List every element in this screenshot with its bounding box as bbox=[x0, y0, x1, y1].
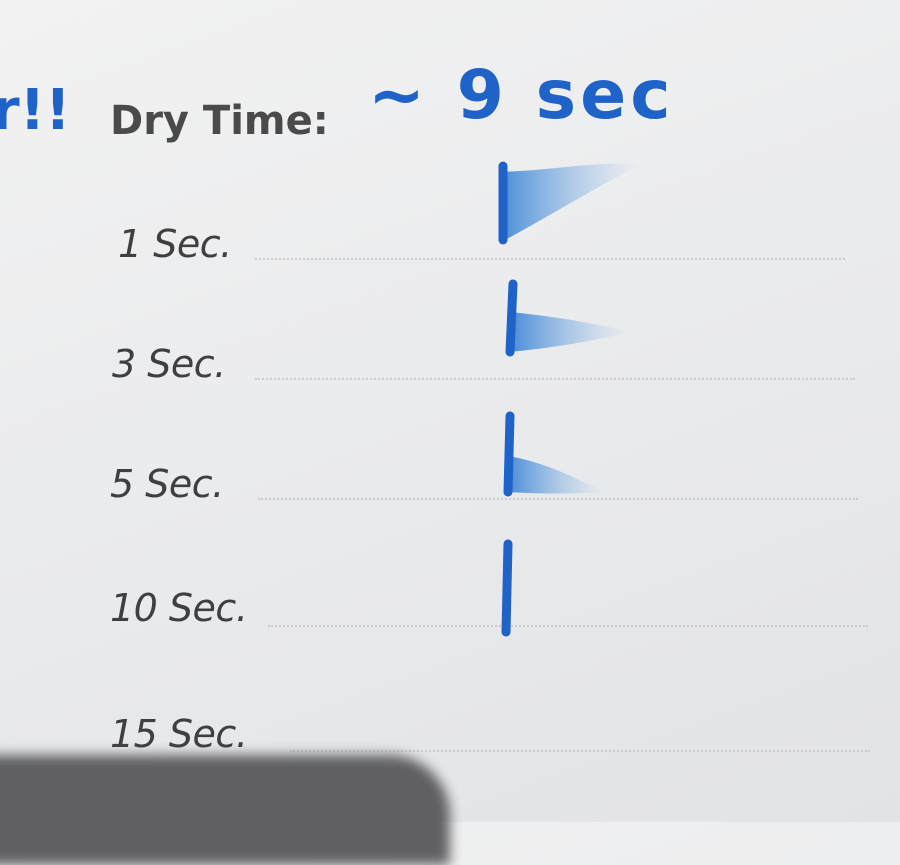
ink-smear-1-sec bbox=[500, 163, 640, 240]
ink-smear-3-sec bbox=[510, 312, 630, 352]
paper-sheet: r!! Dry Time: ~ 9 sec 1 Sec. 3 Sec. 5 Se… bbox=[0, 0, 900, 865]
ink-strokes bbox=[498, 161, 640, 637]
ink-smear-5-sec bbox=[508, 456, 605, 494]
foreground-shadow bbox=[0, 755, 450, 865]
ink-stroke-3-sec bbox=[505, 279, 518, 357]
ink-stroke-10-sec bbox=[501, 539, 513, 637]
ink-stroke-5-sec bbox=[503, 411, 515, 497]
